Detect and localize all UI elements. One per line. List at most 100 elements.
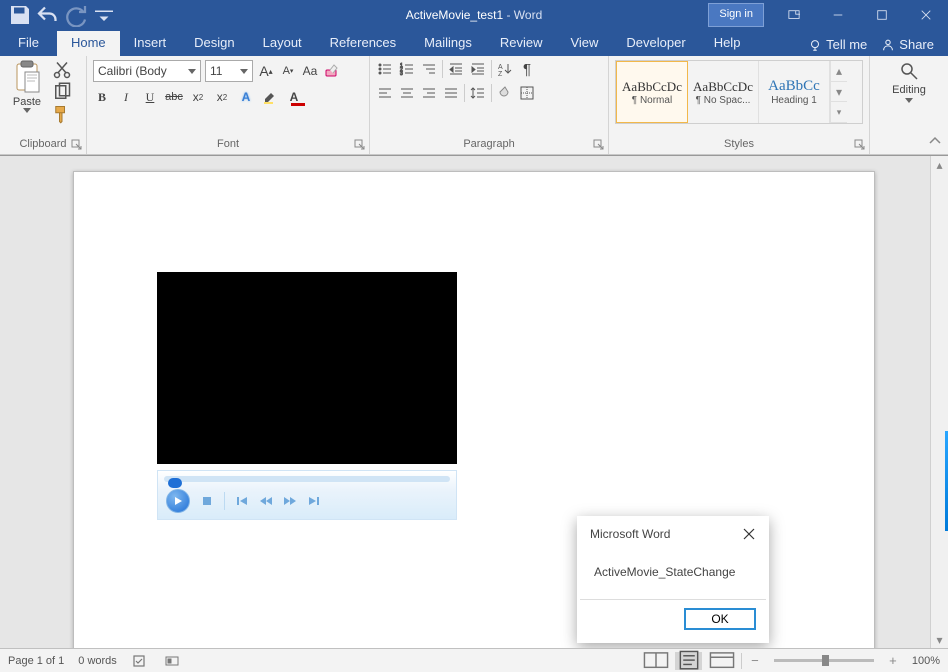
tab-developer[interactable]: Developer [612,31,699,56]
tab-file[interactable]: File [0,31,57,56]
editing-button[interactable]: Editing [876,60,942,103]
multilevel-list-icon[interactable] [420,60,438,78]
style-heading1[interactable]: AaBbCc Heading 1 [759,61,830,123]
styles-scroll[interactable]: ▴ ▾ ▾ [830,61,847,123]
style-no-spacing[interactable]: AaBbCcDc ¶ No Spac... [688,61,759,123]
shading-icon[interactable] [496,84,514,102]
activemovie-control[interactable] [157,272,457,520]
style-normal[interactable]: AaBbCcDc ¶ Normal [616,61,688,123]
line-spacing-icon[interactable] [469,84,487,102]
bullets-icon[interactable] [376,60,394,78]
undo-icon[interactable] [36,3,60,27]
seek-track[interactable] [164,476,450,482]
clear-formatting-icon[interactable] [323,62,341,80]
paste-button[interactable]: Paste [6,60,48,113]
justify-icon[interactable] [442,84,460,102]
tab-help[interactable]: Help [700,31,755,56]
italic-button[interactable]: I [117,88,135,106]
skip-back-icon[interactable] [235,494,249,508]
shrink-font-icon[interactable]: A▾ [279,62,297,80]
zoom-level[interactable]: 100% [912,655,940,667]
tab-references[interactable]: References [316,31,410,56]
superscript-button[interactable]: x2 [213,88,231,106]
save-icon[interactable] [8,3,32,27]
seek-thumb[interactable] [168,478,182,488]
styles-launcher-icon[interactable] [854,139,866,151]
tab-mailings[interactable]: Mailings [410,31,486,56]
macro-recording-icon[interactable] [163,652,181,670]
play-button[interactable] [166,489,190,513]
cut-icon[interactable] [52,60,72,80]
chevron-up-icon[interactable]: ▴ [831,61,847,82]
scroll-up-icon[interactable]: ▴ [931,156,948,173]
highlight-icon[interactable] [261,88,279,106]
numbering-icon[interactable]: 123 [398,60,416,78]
dialog-close-icon[interactable] [740,525,758,543]
chevron-down-icon [905,98,913,103]
increase-indent-icon[interactable] [469,60,487,78]
read-mode-icon[interactable] [642,652,669,670]
print-layout-icon[interactable] [675,652,702,670]
ribbon-display-options-icon[interactable] [772,0,816,30]
sort-icon[interactable]: AZ [496,60,514,78]
tab-insert[interactable]: Insert [120,31,181,56]
change-case-icon[interactable]: Aa [301,62,319,80]
stop-icon[interactable] [200,494,214,508]
maximize-icon[interactable] [860,0,904,30]
tab-home[interactable]: Home [57,31,120,56]
align-center-icon[interactable] [398,84,416,102]
copy-icon[interactable] [52,82,72,102]
format-painter-icon[interactable] [52,104,72,124]
svg-text:3: 3 [400,71,403,77]
align-left-icon[interactable] [376,84,394,102]
scroll-down-icon[interactable]: ▾ [931,631,948,648]
zoom-slider[interactable] [774,659,874,662]
chevron-down-icon[interactable]: ▾ [831,82,847,103]
zoom-in-button[interactable]: + [886,653,900,668]
close-icon[interactable] [904,0,948,30]
web-layout-icon[interactable] [708,652,735,670]
zoom-thumb[interactable] [822,655,829,666]
grow-font-icon[interactable]: A▴ [257,62,275,80]
tab-review[interactable]: Review [486,31,557,56]
status-page[interactable]: Page 1 of 1 [8,655,64,667]
font-name-combobox[interactable]: Calibri (Body [93,60,201,82]
borders-icon[interactable] [518,84,536,102]
share-button[interactable]: Share [881,37,934,52]
paragraph-launcher-icon[interactable] [593,139,605,151]
redo-icon[interactable] [64,3,88,27]
strikethrough-button[interactable]: abc [165,88,183,106]
spellcheck-icon[interactable] [131,652,149,670]
ok-button[interactable]: OK [684,608,756,630]
skip-forward-icon[interactable] [307,494,321,508]
subscript-button[interactable]: x2 [189,88,207,106]
tab-design[interactable]: Design [180,31,248,56]
qat-customize-icon[interactable] [92,3,116,27]
chevron-down-icon [188,69,196,74]
group-font-label: Font [93,138,363,152]
align-right-icon[interactable] [420,84,438,102]
clipboard-launcher-icon[interactable] [71,139,83,151]
group-paragraph-label: Paragraph [376,138,602,152]
font-size-combobox[interactable]: 11 [205,60,253,82]
zoom-out-button[interactable]: − [748,653,762,668]
minimize-icon[interactable] [816,0,860,30]
rewind-icon[interactable] [259,494,273,508]
sign-in-button[interactable]: Sign in [708,3,764,27]
underline-button[interactable]: U [141,88,159,106]
vertical-scrollbar[interactable]: ▴ ▾ [930,156,948,648]
collapse-ribbon-icon[interactable] [928,134,942,151]
font-name-value: Calibri (Body [98,64,167,78]
tell-me-button[interactable]: Tell me [808,37,867,52]
decrease-indent-icon[interactable] [447,60,465,78]
fast-forward-icon[interactable] [283,494,297,508]
bold-button[interactable]: B [93,88,111,106]
font-launcher-icon[interactable] [354,139,366,151]
tab-layout[interactable]: Layout [249,31,316,56]
status-words[interactable]: 0 words [78,655,117,667]
text-effects-icon[interactable]: A [237,88,255,106]
show-marks-icon[interactable]: ¶ [518,60,536,78]
styles-more-icon[interactable]: ▾ [831,102,847,123]
tab-view[interactable]: View [556,31,612,56]
styles-gallery[interactable]: AaBbCcDc ¶ Normal AaBbCcDc ¶ No Spac... … [615,60,863,124]
